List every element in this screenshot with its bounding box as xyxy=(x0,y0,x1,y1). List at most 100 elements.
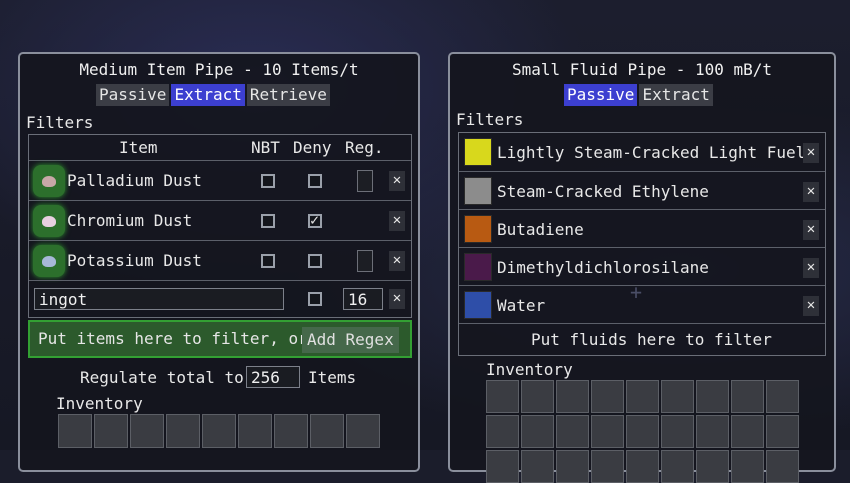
fluid-filter-row: Lightly Steam-Cracked Light Fuel ✕ xyxy=(459,133,825,173)
fluid-pipe-panel: Small Fluid Pipe - 100 mB/t Passive Extr… xyxy=(448,52,836,483)
inventory-slot[interactable] xyxy=(521,415,554,448)
fluid-filter-row: Butadiene ✕ xyxy=(459,209,825,250)
remove-filter-button[interactable]: ✕ xyxy=(389,171,405,191)
nbt-checkbox[interactable] xyxy=(308,292,322,306)
fluid-filter-table: Lightly Steam-Cracked Light Fuel ✕ Steam… xyxy=(458,132,826,356)
inventory-slot[interactable] xyxy=(556,450,589,483)
regulate-amount-field[interactable] xyxy=(357,250,373,272)
remove-filter-button[interactable]: ✕ xyxy=(803,220,819,240)
inventory-slot[interactable] xyxy=(766,380,799,413)
fluid-filter-drop-zone[interactable]: Put fluids here to filter xyxy=(459,323,825,358)
fluid-pipe-title: Small Fluid Pipe - 100 mB/t xyxy=(511,60,773,79)
item-slot[interactable] xyxy=(33,245,65,277)
inventory-slot[interactable] xyxy=(346,414,380,448)
inventory-slot[interactable] xyxy=(274,414,308,448)
regulate-label: Regulate total to xyxy=(80,368,244,387)
remove-filter-button[interactable]: ✕ xyxy=(389,289,405,309)
inventory-slot[interactable] xyxy=(696,380,729,413)
inventory-slot[interactable] xyxy=(521,450,554,483)
regex-input[interactable]: ingot xyxy=(34,288,284,310)
item-name: Palladium Dust xyxy=(67,171,202,190)
filter-row: Chromium Dust ✓ ✕ xyxy=(29,200,411,241)
filters-label: Filters xyxy=(26,113,94,132)
nbt-checkbox[interactable] xyxy=(261,254,275,268)
chromium-dust-icon xyxy=(42,216,56,227)
inventory-slot[interactable] xyxy=(731,380,764,413)
inventory-slot[interactable] xyxy=(626,450,659,483)
remove-filter-button[interactable]: ✕ xyxy=(389,251,405,271)
inventory-slot[interactable] xyxy=(130,414,164,448)
inventory-slot[interactable] xyxy=(58,414,92,448)
inventory-slot[interactable] xyxy=(556,380,589,413)
inventory-slot[interactable] xyxy=(766,450,799,483)
inventory-slot[interactable] xyxy=(238,414,272,448)
item-slot[interactable] xyxy=(33,205,65,237)
tab-retrieve[interactable]: Retrieve xyxy=(246,84,330,106)
inventory-label: Inventory xyxy=(486,360,573,379)
inventory-slot[interactable] xyxy=(766,415,799,448)
checkmark-icon: ✓ xyxy=(310,211,320,229)
inventory-slot[interactable] xyxy=(731,450,764,483)
item-name: Chromium Dust xyxy=(67,211,193,230)
deny-checkbox[interactable]: ✓ xyxy=(308,211,322,229)
inventory-slot[interactable] xyxy=(486,415,519,448)
inventory-slot[interactable] xyxy=(166,414,200,448)
inventory-slot[interactable] xyxy=(626,415,659,448)
item-filter-drop-zone[interactable]: Put items here to filter, or Add Regex xyxy=(28,320,412,358)
inventory-slot[interactable] xyxy=(626,380,659,413)
item-slot[interactable] xyxy=(33,165,65,197)
inventory-slot[interactable] xyxy=(486,380,519,413)
fluid-icon[interactable] xyxy=(464,215,492,243)
tab-extract[interactable]: Extract xyxy=(639,84,713,106)
filters-label: Filters xyxy=(456,110,524,129)
remove-filter-button[interactable]: ✕ xyxy=(803,143,819,163)
remove-filter-button[interactable]: ✕ xyxy=(389,211,405,231)
fluid-pipe-mode-tabs: Passive Extract xyxy=(564,84,713,106)
inventory-slot[interactable] xyxy=(94,414,128,448)
fluid-name: Dimethyldichlorosilane xyxy=(497,258,709,277)
remove-filter-button[interactable]: ✕ xyxy=(803,258,819,278)
deny-checkbox[interactable] xyxy=(308,174,322,188)
crosshair-icon: + xyxy=(630,280,643,304)
regulate-amount-field[interactable] xyxy=(357,170,373,192)
inventory-slot[interactable] xyxy=(591,450,624,483)
fluid-name: Lightly Steam-Cracked Light Fuel xyxy=(497,143,806,162)
inventory-slot[interactable] xyxy=(556,415,589,448)
remove-filter-button[interactable]: ✕ xyxy=(803,296,819,316)
inventory-slot[interactable] xyxy=(591,380,624,413)
regulate-total-input[interactable]: 256 xyxy=(246,366,300,388)
item-filter-table: Item NBT Deny Reg. Palladium Dust ✕ Chro… xyxy=(28,134,412,318)
potassium-dust-icon xyxy=(42,256,56,267)
inventory-slot[interactable] xyxy=(661,450,694,483)
filter-row: Potassium Dust ✕ xyxy=(29,240,411,281)
tab-extract[interactable]: Extract xyxy=(171,84,245,106)
inventory-slot[interactable] xyxy=(696,415,729,448)
tab-passive[interactable]: Passive xyxy=(96,84,170,106)
tab-passive[interactable]: Passive xyxy=(564,84,638,106)
add-regex-button[interactable]: Add Regex xyxy=(302,327,399,353)
inventory-slot[interactable] xyxy=(202,414,236,448)
regex-amount-field[interactable]: 16 xyxy=(343,288,383,310)
column-header-reg: Reg. xyxy=(345,138,384,157)
inventory-slot[interactable] xyxy=(731,415,764,448)
nbt-checkbox[interactable] xyxy=(261,214,275,228)
item-drop-hint: Put items here to filter, or xyxy=(38,329,308,348)
column-header-deny: Deny xyxy=(293,138,332,157)
remove-filter-button[interactable]: ✕ xyxy=(803,182,819,202)
regex-filter-row: ingot 16 ✕ xyxy=(29,280,411,321)
fluid-icon[interactable] xyxy=(464,253,492,281)
fluid-icon[interactable] xyxy=(464,177,492,205)
inventory-slot[interactable] xyxy=(591,415,624,448)
inventory-slot[interactable] xyxy=(661,380,694,413)
item-name: Potassium Dust xyxy=(67,251,202,270)
item-pipe-title: Medium Item Pipe - 10 Items/t xyxy=(79,60,359,79)
fluid-icon[interactable] xyxy=(464,291,492,319)
inventory-slot[interactable] xyxy=(521,380,554,413)
nbt-checkbox[interactable] xyxy=(261,174,275,188)
inventory-slot[interactable] xyxy=(486,450,519,483)
inventory-slot[interactable] xyxy=(661,415,694,448)
deny-checkbox[interactable] xyxy=(308,254,322,268)
inventory-slot[interactable] xyxy=(696,450,729,483)
inventory-slot[interactable] xyxy=(310,414,344,448)
fluid-icon[interactable] xyxy=(464,138,492,166)
